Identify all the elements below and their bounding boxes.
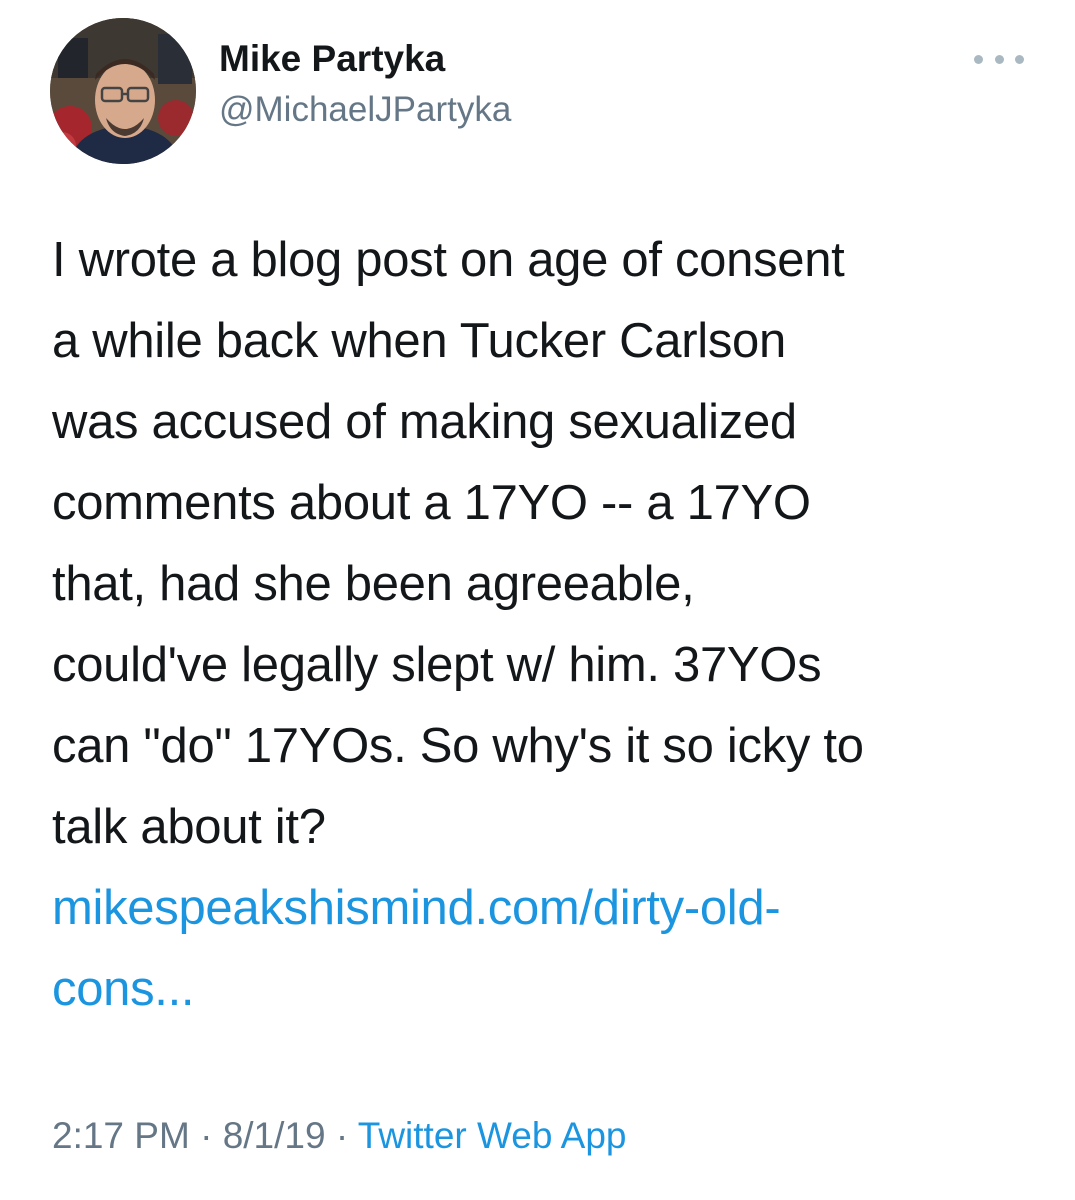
- more-dots-icon: [1015, 54, 1024, 64]
- avatar-photo: [50, 18, 196, 164]
- more-dots-icon: [974, 54, 983, 64]
- tweet-metadata: 2:17 PM · 8/1/19 · Twitter Web App: [52, 1115, 627, 1157]
- more-options-button[interactable]: [974, 44, 1024, 74]
- author-handle[interactable]: @MichaelJPartyka: [219, 90, 511, 130]
- avatar[interactable]: [50, 18, 196, 164]
- meta-separator: ·: [189, 1115, 223, 1156]
- more-dots-icon: [994, 54, 1004, 64]
- meta-separator: ·: [325, 1115, 358, 1156]
- tweet-time[interactable]: 2:17 PM: [52, 1115, 190, 1156]
- author-display-name[interactable]: Mike Partyka: [219, 38, 445, 80]
- tweet-text: I wrote a blog post on age of consent a …: [52, 233, 864, 854]
- tweet-card: Mike Partyka @MichaelJPartyka I wrote a …: [0, 0, 1075, 1200]
- tweet-date[interactable]: 8/1/19: [223, 1115, 326, 1156]
- tweet-source-link[interactable]: Twitter Web App: [358, 1115, 627, 1156]
- tweet-link[interactable]: mikespeakshismind.com/dirty-old- cons...: [52, 868, 1042, 1030]
